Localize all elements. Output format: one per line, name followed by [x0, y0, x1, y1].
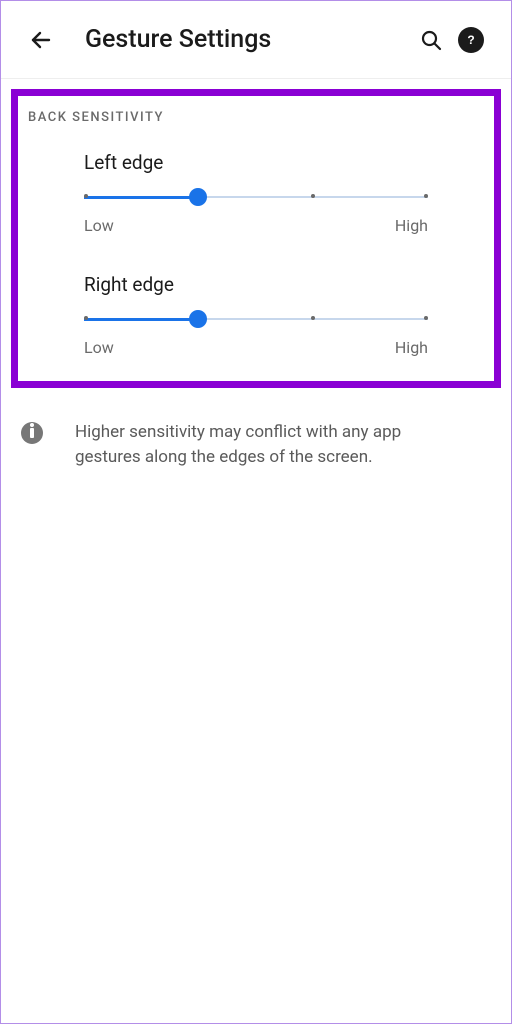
- left-edge-slider-block: Left edge Low High: [28, 151, 484, 235]
- search-button[interactable]: [411, 20, 451, 60]
- page-title: Gesture Settings: [85, 25, 411, 54]
- help-button[interactable]: ?: [451, 20, 491, 60]
- left-edge-high-label: High: [395, 216, 428, 235]
- right-edge-high-label: High: [395, 338, 428, 357]
- right-edge-slider-block: Right edge Low High: [28, 273, 484, 357]
- help-icon: ?: [458, 27, 484, 53]
- left-edge-label: Left edge: [84, 151, 428, 174]
- left-edge-range-labels: Low High: [84, 216, 428, 235]
- svg-text:?: ?: [467, 33, 474, 47]
- sensitivity-note-text: Higher sensitivity may conflict with any…: [75, 420, 491, 469]
- right-edge-slider[interactable]: [84, 310, 428, 328]
- right-edge-label: Right edge: [84, 273, 428, 296]
- right-edge-range-labels: Low High: [84, 338, 428, 357]
- search-icon: [419, 28, 443, 52]
- section-label: BACK SENSITIVITY: [28, 110, 484, 125]
- left-edge-slider-thumb[interactable]: [189, 188, 207, 206]
- left-edge-slider[interactable]: [84, 188, 428, 206]
- back-button[interactable]: [21, 20, 61, 60]
- back-sensitivity-section: BACK SENSITIVITY Left edge Low High Righ…: [11, 89, 501, 388]
- right-edge-low-label: Low: [84, 338, 114, 357]
- back-arrow-icon: [29, 28, 53, 52]
- info-icon: [21, 422, 43, 444]
- sensitivity-note: Higher sensitivity may conflict with any…: [1, 398, 511, 469]
- right-edge-slider-thumb[interactable]: [189, 310, 207, 328]
- left-edge-low-label: Low: [84, 216, 114, 235]
- top-bar: Gesture Settings ?: [1, 1, 511, 79]
